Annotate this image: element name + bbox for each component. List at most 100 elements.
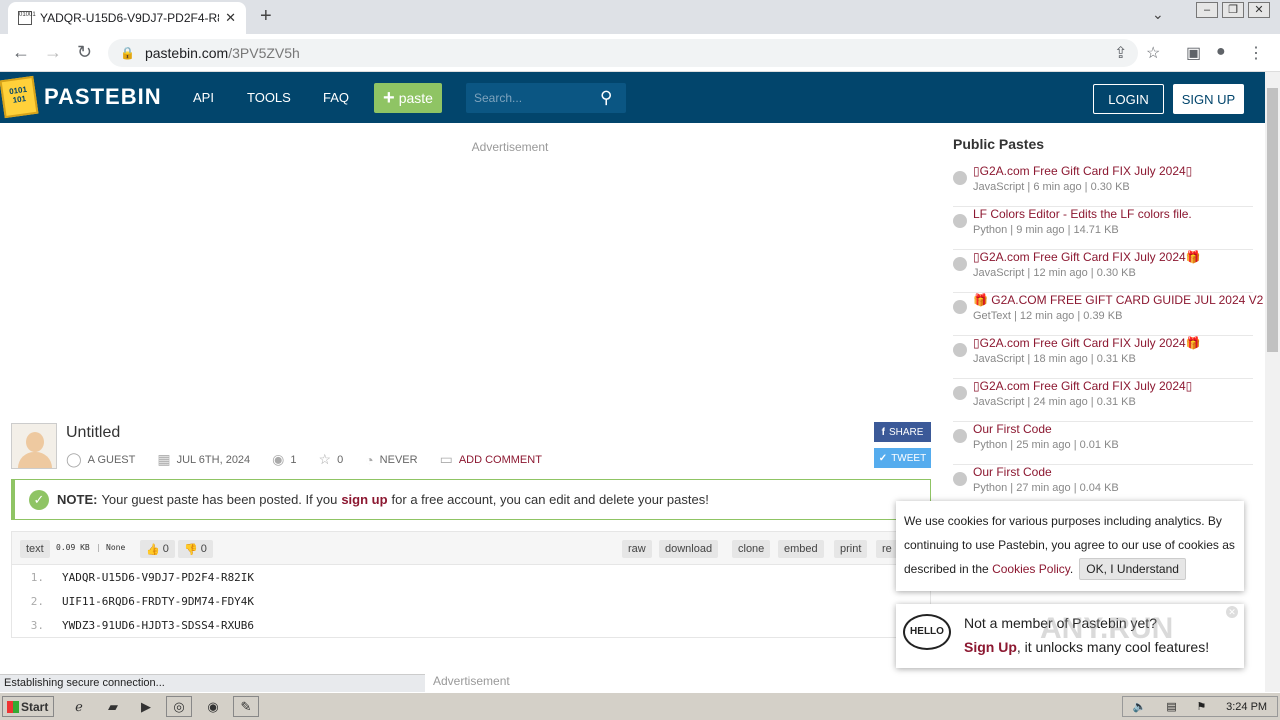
tab-search-chevron-icon[interactable]: ⌄	[1152, 6, 1164, 23]
scrollbar-thumb[interactable]	[1267, 88, 1278, 352]
list-item[interactable]: ▯G2A.com Free Gift Card FIX July 2024🎁 Ja…	[953, 336, 1253, 379]
nav-tools[interactable]: TOOLS	[247, 90, 291, 105]
paste-link[interactable]: ▯G2A.com Free Gift Card FIX July 2024🎁	[973, 250, 1201, 264]
list-item[interactable]: Our First Code Python | 25 min ago | 0.01…	[953, 422, 1253, 465]
raw-button[interactable]: raw	[622, 540, 652, 558]
system-tray: 🔈 ▤ ⚑ 3:24 PM	[1122, 696, 1278, 717]
new-paste-button[interactable]: + paste	[374, 83, 442, 113]
print-button[interactable]: print	[834, 540, 868, 558]
clone-button[interactable]: clone	[732, 540, 771, 558]
app-pen-icon[interactable]: ✎	[233, 696, 259, 717]
url-path: /3PV5ZV5h	[228, 45, 300, 61]
pastebin-logo-icon[interactable]: 0101 101	[0, 75, 39, 119]
list-item[interactable]: ▯G2A.com Free Gift Card FIX July 2024▯ Ja…	[953, 164, 1253, 207]
paste-link[interactable]: ▯G2A.com Free Gift Card FIX July 2024▯	[973, 164, 1192, 178]
tab-title: YADQR-U15D6-V9DJ7-PD2F4-R82IK	[40, 11, 219, 25]
like-button[interactable]: 👍 0	[140, 540, 175, 558]
chrome-icon[interactable]: ◎	[166, 696, 192, 717]
close-window-icon[interactable]: ✕	[1248, 2, 1270, 18]
share-page-icon[interactable]: ⇪	[1114, 43, 1127, 63]
paste-link-meta: Python | 27 min ago | 0.04 KB	[973, 482, 1119, 494]
browser-tab[interactable]: 01001 YADQR-U15D6-V9DJ7-PD2F4-R82IK ✕	[8, 2, 246, 34]
twitter-icon: ✓	[878, 452, 888, 464]
nav-faq[interactable]: FAQ	[323, 90, 349, 105]
dislike-count: 0	[200, 543, 207, 555]
paste-link[interactable]: Our First Code	[973, 465, 1052, 479]
cookies-policy-link[interactable]: Cookies Policy	[992, 562, 1070, 576]
restore-icon[interactable]: ❐	[1222, 2, 1244, 18]
list-item[interactable]: ▯G2A.com Free Gift Card FIX July 2024▯ Ja…	[953, 379, 1253, 422]
note-label: NOTE:	[57, 492, 98, 507]
start-button[interactable]: Start	[2, 696, 54, 717]
list-item[interactable]: ▯G2A.com Free Gift Card FIX July 2024🎁 Ja…	[953, 250, 1253, 293]
calendar-icon: ▦	[157, 451, 171, 467]
star-icon: ☆	[318, 451, 332, 467]
url-host: pastebin.com	[144, 45, 229, 61]
report-button[interactable]: re	[876, 540, 898, 558]
paste-link[interactable]: Our First Code	[973, 422, 1052, 436]
back-arrow-icon[interactable]: ←	[12, 42, 30, 63]
login-button[interactable]: LOGIN	[1093, 84, 1164, 114]
facebook-share-button[interactable]: f SHARE	[874, 422, 931, 442]
globe-icon	[953, 343, 967, 357]
ie-icon[interactable]: ℯ	[66, 696, 92, 717]
paste-link[interactable]: ▯G2A.com Free Gift Card FIX July 2024▯	[973, 379, 1192, 393]
paste-link-meta: JavaScript | 12 min ago | 0.30 KB	[973, 267, 1136, 279]
code-view[interactable]: 1. YADQR-U15D6-V9DJ7-PD2F4-R82IK 2. UIF11-…	[11, 565, 931, 638]
window-controls: – ❐ ✕	[1196, 2, 1270, 18]
tab-close-icon[interactable]: ✕	[225, 10, 236, 26]
windows-logo-icon	[7, 700, 19, 713]
promo-signup-link[interactable]: Sign Up	[964, 639, 1017, 655]
new-tab-icon[interactable]: +	[260, 5, 272, 28]
site-logo[interactable]: PASTEBIN	[44, 84, 162, 110]
network-icon[interactable]: ▤	[1166, 700, 1176, 713]
reload-icon[interactable]: ↻	[77, 42, 92, 63]
search-input[interactable]	[474, 91, 594, 105]
note-text: Your guest paste has been posted. If you	[101, 492, 338, 507]
clock[interactable]: 3:24 PM	[1226, 701, 1267, 713]
paste-date: JUL 6TH, 2024	[176, 453, 251, 466]
search-icon[interactable]: ⚲	[600, 88, 612, 108]
media-player-icon[interactable]: ▶	[133, 696, 159, 717]
tweet-button[interactable]: ✓ TWEET	[874, 448, 931, 468]
flag-icon[interactable]: ⚑	[1196, 700, 1206, 713]
search-box: ⚲	[466, 83, 626, 113]
globe-icon	[953, 429, 967, 443]
download-button[interactable]: download	[659, 540, 719, 558]
paste-category: None	[106, 543, 126, 552]
start-label: Start	[21, 699, 49, 714]
paste-expiry: NEVER	[379, 453, 418, 466]
dislike-button[interactable]: 👎 0	[178, 540, 213, 558]
folder-icon[interactable]: ▰	[100, 696, 126, 717]
minimize-icon[interactable]: –	[1196, 2, 1218, 18]
bookmark-star-icon[interactable]: ☆	[1146, 43, 1160, 63]
lock-icon[interactable]: 🔒	[120, 46, 135, 60]
paste-author: A GUEST	[87, 453, 136, 466]
list-item[interactable]: 🎁 G2A.COM FREE GIFT CARD GUIDE JUL 2024 …	[953, 293, 1280, 336]
embed-button[interactable]: embed	[778, 540, 824, 558]
profile-icon[interactable]: ●	[1216, 43, 1226, 61]
forward-arrow-icon[interactable]: →	[44, 42, 62, 63]
promo-close-icon[interactable]: ✕	[1226, 606, 1238, 618]
paste-link[interactable]: ▯G2A.com Free Gift Card FIX July 2024🎁	[973, 336, 1201, 350]
note-signup-link[interactable]: sign up	[341, 492, 387, 507]
cookie-accept-button[interactable]: OK, I Understand	[1079, 558, 1186, 580]
syntax-badge[interactable]: text	[20, 540, 50, 558]
signup-button[interactable]: SIGN UP	[1173, 84, 1244, 114]
side-panel-icon[interactable]: ▣	[1186, 43, 1201, 63]
address-bar[interactable]: 🔒 pastebin.com/3PV5ZV5h	[108, 39, 1138, 67]
add-comment-link[interactable]: ADD COMMENT	[459, 454, 542, 466]
list-item[interactable]: LF Colors Editor - Edits the LF colors f…	[953, 207, 1253, 250]
url-text: pastebin.com/3PV5ZV5h	[145, 45, 300, 61]
paste-link-meta: Python | 9 min ago | 14.71 KB	[973, 224, 1119, 236]
code-line: 2. UIF11-6RQD6-FRDTY-9DM74-FDY4K	[12, 589, 932, 613]
like-count: 0	[162, 543, 169, 555]
nav-api[interactable]: API	[193, 90, 214, 105]
paste-link[interactable]: LF Colors Editor - Edits the LF colors f…	[973, 207, 1192, 221]
edge-icon[interactable]: ◉	[200, 696, 226, 717]
code-line: 3. YWDZ3-91UD6-HJDT3-SDSS4-RXUB6	[12, 613, 932, 637]
volume-icon[interactable]: 🔈	[1133, 700, 1147, 713]
menu-kebab-icon[interactable]: ⋮	[1248, 43, 1264, 63]
expiry-clock-icon: ◔	[365, 451, 374, 468]
paste-link[interactable]: 🎁 G2A.COM FREE GIFT CARD GUIDE JUL 2024 …	[973, 293, 1280, 307]
